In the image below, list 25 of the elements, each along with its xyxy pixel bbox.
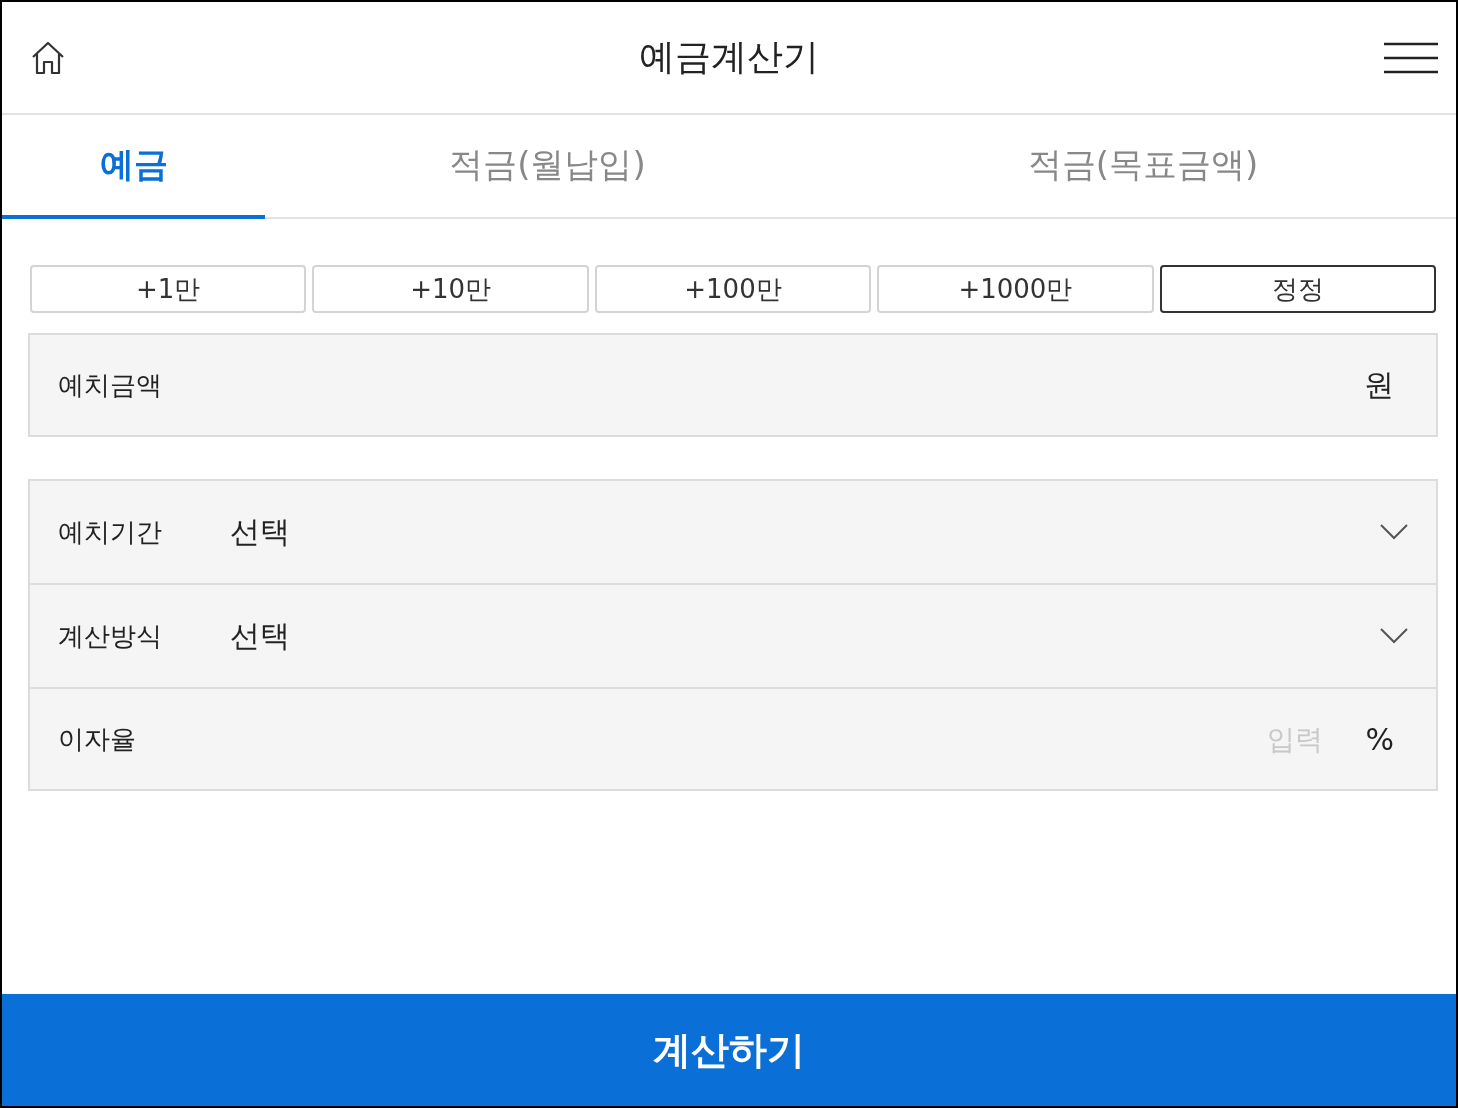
tab[interactable]: 적금(목표금액) [830,115,1456,219]
select-value[interactable]: 선택 [230,511,1380,553]
home-button[interactable] [30,39,66,76]
field-label: 예치기간 [58,515,163,549]
amount-field[interactable]: 예치금액 원 [28,333,1438,437]
add-amount-button[interactable]: +1000만 [877,265,1154,313]
chevron-down-icon [1380,524,1408,540]
field-label: 이자율 [58,722,137,756]
field-label: 계산방식 [58,619,163,653]
menu-icon [1384,41,1438,74]
chevron-down-icon [1380,628,1408,644]
menu-button[interactable] [1384,41,1438,74]
page-title: 예금계산기 [638,35,820,79]
field-label: 예치금액 [58,368,163,402]
unit-label: % [1365,721,1394,757]
add-amount-button[interactable]: +10만 [312,265,589,313]
tab[interactable]: 예금 [2,115,265,219]
calculate-button[interactable]: 계산하기 [2,994,1456,1106]
add-amount-button[interactable]: +1만 [30,265,307,313]
select-value[interactable]: 선택 [230,615,1380,657]
reset-button[interactable]: 정정 [1159,265,1436,313]
tab[interactable]: 적금(월납입) [265,115,830,219]
home-icon [30,39,66,76]
add-amount-button[interactable]: +100만 [594,265,872,313]
unit-label: 원 [1364,365,1394,404]
